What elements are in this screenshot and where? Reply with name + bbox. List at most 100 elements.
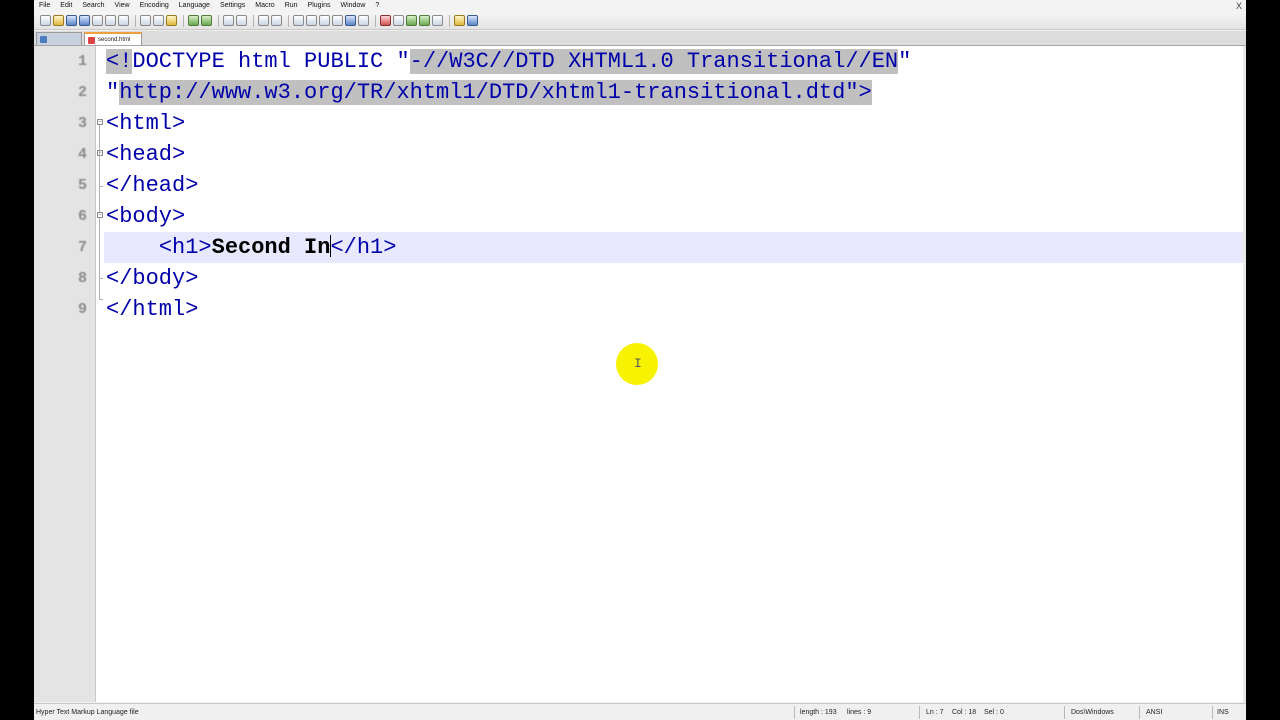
selected-text: ">: [845, 80, 872, 105]
line-number: 9: [77, 301, 87, 318]
code-token: DOCTYPE html PUBLIC ": [132, 49, 410, 74]
play-macro-icon[interactable]: [406, 15, 417, 26]
status-separator: [919, 706, 920, 719]
menu-edit[interactable]: Edit: [55, 0, 77, 12]
replace-icon[interactable]: [236, 15, 247, 26]
find-icon[interactable]: [223, 15, 234, 26]
menu-settings[interactable]: Settings: [215, 0, 250, 12]
status-separator: [794, 706, 795, 719]
code-line-8: </body>: [106, 266, 199, 291]
document-map-icon[interactable]: [358, 15, 369, 26]
fold-end: [99, 278, 103, 279]
selected-text: http://www.w3.org/TR/xhtml1/DTD/xhtml1-t…: [119, 80, 846, 105]
code-token: ": [106, 80, 120, 105]
status-file-type: Hyper Text Markup Language file: [36, 709, 139, 716]
new-file-icon[interactable]: [40, 15, 51, 26]
status-separator: [1212, 706, 1213, 719]
zoom-in-icon[interactable]: [258, 15, 269, 26]
status-lines: lines : 9: [847, 709, 872, 716]
menu-language[interactable]: Language: [174, 0, 215, 12]
menu-view[interactable]: View: [110, 0, 135, 12]
save-macro-icon[interactable]: [432, 15, 443, 26]
fold-toggle-head[interactable]: −: [97, 150, 103, 156]
stop-record-icon[interactable]: [393, 15, 404, 26]
menu-plugins[interactable]: Plugins: [303, 0, 336, 12]
modified-file-icon: [88, 37, 95, 44]
text-caret: [330, 235, 332, 258]
paste-icon[interactable]: [166, 15, 177, 26]
toolbar-separator: [183, 14, 184, 27]
menu-help[interactable]: ?: [370, 0, 384, 12]
cut-icon[interactable]: [140, 15, 151, 26]
menu-window[interactable]: Window: [336, 0, 371, 12]
code-line-7: <h1>Second In</h1>: [106, 232, 397, 263]
status-separator: [1064, 706, 1065, 719]
run-macro-multiple-icon[interactable]: [419, 15, 430, 26]
show-all-chars-icon[interactable]: [332, 15, 343, 26]
line-number: 3: [77, 115, 87, 132]
print-icon[interactable]: [118, 15, 129, 26]
close-file-icon[interactable]: [92, 15, 103, 26]
status-length: length : 193: [800, 709, 837, 716]
close-all-icon[interactable]: [105, 15, 116, 26]
toolbar-separator: [375, 14, 376, 27]
vertical-scrollbar[interactable]: [1243, 46, 1246, 702]
zoom-out-icon[interactable]: [271, 15, 282, 26]
tab-document-1[interactable]: [36, 32, 82, 45]
code-line-3: <html>: [106, 111, 186, 136]
line-number: 2: [77, 84, 87, 101]
fold-toggle-body[interactable]: −: [97, 212, 103, 218]
close-icon[interactable]: X: [1234, 1, 1244, 11]
code-token: <h1>: [158, 235, 212, 260]
word-wrap-icon[interactable]: [319, 15, 330, 26]
line-number: 5: [77, 177, 87, 194]
menu-search[interactable]: Search: [77, 0, 109, 12]
menu-run[interactable]: Run: [280, 0, 303, 12]
status-encoding: ANSI: [1146, 709, 1163, 716]
status-ln: Ln : 7: [926, 709, 944, 716]
menu-macro[interactable]: Macro: [250, 0, 279, 12]
line-number: 6: [77, 208, 87, 225]
menu-encoding[interactable]: Encoding: [135, 0, 174, 12]
status-col: Col : 18: [952, 709, 977, 716]
code-line-5: </head>: [106, 173, 199, 198]
fold-end: [99, 299, 103, 300]
indent-guide-icon[interactable]: [345, 15, 356, 26]
toolbar-separator: [449, 14, 450, 27]
plugin-icon-2[interactable]: [467, 15, 478, 26]
line-number: 1: [77, 53, 87, 70]
copy-icon[interactable]: [153, 15, 164, 26]
file-icon: [40, 36, 47, 43]
line-number: 7: [77, 239, 87, 256]
redo-icon[interactable]: [201, 15, 212, 26]
code-token: ": [898, 49, 912, 74]
fold-margin: − − −: [96, 46, 104, 702]
selected-text: -//W3C//DTD XHTML1.0 Transitional//EN: [409, 49, 899, 74]
open-file-icon[interactable]: [53, 15, 64, 26]
line-number-gutter: 1 2 3 4 5 6 7 8 9: [34, 46, 96, 702]
save-all-icon[interactable]: [79, 15, 90, 26]
status-sel: Sel : 0: [984, 709, 1004, 716]
sync-vertical-icon[interactable]: [293, 15, 304, 26]
tab-second-html[interactable]: second.html: [84, 32, 142, 45]
menu-file[interactable]: File: [34, 0, 55, 12]
code-token: <!: [106, 49, 133, 74]
status-eol: Dos\Windows: [1071, 709, 1114, 716]
code-editor[interactable]: <!DOCTYPE html PUBLIC "-//W3C//DTD XHTML…: [104, 46, 1243, 702]
undo-icon[interactable]: [188, 15, 199, 26]
plugin-icon[interactable]: [454, 15, 465, 26]
code-line-1: <!DOCTYPE html PUBLIC "-//W3C//DTD XHTML…: [106, 46, 911, 77]
code-token: </h1>: [330, 235, 397, 260]
code-line-4: <head>: [106, 142, 186, 167]
tab-label: second.html: [98, 37, 131, 43]
fold-toggle-html[interactable]: −: [97, 119, 103, 125]
toolbar: [34, 12, 1246, 30]
menu-bar: File Edit Search View Encoding Language …: [34, 0, 1246, 12]
toolbar-separator: [218, 14, 219, 27]
sync-horizontal-icon[interactable]: [306, 15, 317, 26]
code-line-2: "http://www.w3.org/TR/xhtml1/DTD/xhtml1-…: [106, 77, 872, 108]
record-macro-icon[interactable]: [380, 15, 391, 26]
save-icon[interactable]: [66, 15, 77, 26]
status-bar: Hyper Text Markup Language file length :…: [34, 703, 1246, 720]
